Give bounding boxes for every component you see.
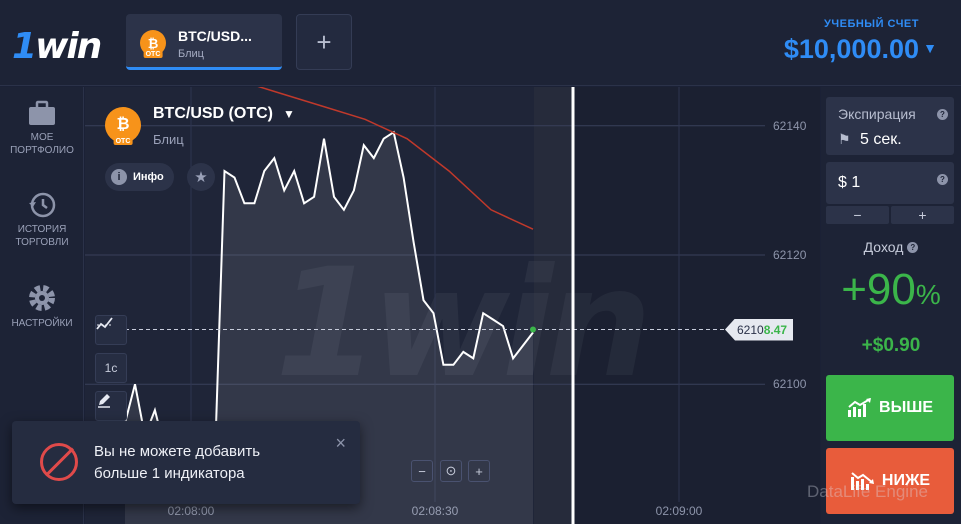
y-tick-label: 62140 bbox=[773, 119, 807, 133]
x-tick-label: 02:09:00 bbox=[656, 504, 703, 518]
profit-amount: +$0.90 bbox=[861, 335, 921, 356]
add-asset-tab-button[interactable]: + bbox=[296, 14, 352, 70]
amount-increase-button[interactable]: + bbox=[891, 206, 954, 224]
sidebar-item-settings[interactable]: НАСТРОЙКИ bbox=[0, 283, 84, 330]
drawing-tool-button[interactable] bbox=[95, 391, 127, 421]
asset-selector[interactable]: BTC/USD (OTC) bbox=[153, 105, 273, 123]
chevron-down-icon[interactable]: ▼ bbox=[923, 40, 937, 56]
prohibited-icon bbox=[40, 443, 78, 481]
info-button-label: Инфо bbox=[133, 171, 164, 183]
profit-percent-value: +90 bbox=[841, 265, 916, 314]
expiry-value: 5 сек. bbox=[860, 131, 902, 148]
header: 1win ₿ OTC BTC/USD... Блиц + УЧЕБНЫЙ СЧЕТ… bbox=[0, 0, 961, 86]
amount-decrease-button[interactable]: − bbox=[826, 206, 889, 224]
price-tag-main: 6210 bbox=[737, 322, 764, 337]
price-tag-highlight: 8.47 bbox=[763, 322, 788, 337]
sidebar-item-label: НАСТРОЙКИ bbox=[11, 318, 73, 329]
amount-value: $ 1 bbox=[838, 174, 861, 191]
sidebar-item-history[interactable]: ИСТОРИЯ ТОРГОВЛИ bbox=[0, 191, 84, 249]
higher-button-label: ВЫШЕ bbox=[879, 399, 933, 416]
y-tick-label: 62120 bbox=[773, 248, 807, 262]
favorite-star-icon[interactable]: ★ bbox=[187, 163, 215, 191]
lower-button[interactable]: НИЖЕ bbox=[826, 448, 954, 514]
current-price-dot bbox=[530, 326, 536, 333]
indicator-chart-icon bbox=[96, 317, 113, 330]
balance[interactable]: $10,000.00 bbox=[784, 34, 919, 65]
bitcoin-icon: ₿ OTC bbox=[105, 107, 141, 145]
expiry-selector[interactable]: Экспирация ? ⚑ 5 сек. bbox=[826, 97, 954, 155]
asset-mode: Блиц bbox=[153, 132, 184, 147]
sidebar-item-label: ИСТОРИЯ ТОРГОВЛИ bbox=[15, 224, 69, 248]
pencil-icon bbox=[98, 394, 110, 408]
notification-toast: Вы не можете добавить больше 1 индикатор… bbox=[12, 421, 360, 504]
sidebar-item-label: МОЕ ПОРТФОЛИО bbox=[10, 132, 74, 156]
percent-sign: % bbox=[915, 279, 941, 310]
higher-button[interactable]: ВЫШЕ bbox=[826, 375, 954, 441]
zoom-in-button[interactable]: + bbox=[468, 460, 490, 482]
history-icon bbox=[29, 192, 56, 218]
help-icon[interactable]: ? bbox=[937, 174, 948, 185]
help-icon[interactable]: ? bbox=[907, 242, 919, 253]
close-icon[interactable]: × bbox=[335, 433, 346, 454]
amount-input[interactable]: $ 1 ? bbox=[826, 162, 954, 204]
briefcase-icon bbox=[29, 100, 55, 125]
y-tick-label: 62100 bbox=[773, 377, 807, 391]
chart-up-icon bbox=[848, 398, 872, 417]
expiry-zone bbox=[534, 87, 574, 524]
site-watermark: DataLife Engine bbox=[807, 482, 928, 501]
asset-tab[interactable]: ₿ OTC BTC/USD... Блиц bbox=[126, 14, 282, 70]
otc-badge: OTC bbox=[143, 51, 163, 58]
logo[interactable]: 1win bbox=[12, 26, 102, 67]
bitcoin-icon: ₿ OTC bbox=[140, 30, 166, 58]
trade-panel: Экспирация ? ⚑ 5 сек. $ 1 ? − + Доход ? … bbox=[821, 87, 961, 524]
zoom-out-button[interactable]: − bbox=[411, 460, 433, 482]
zoom-reset-button[interactable]: ⊙ bbox=[440, 460, 462, 482]
info-button[interactable]: i Инфо bbox=[105, 163, 174, 191]
asset-tab-sub: Блиц bbox=[178, 48, 204, 60]
expiry-label: Экспирация bbox=[838, 106, 916, 122]
current-price-tag: 6210 8.47 bbox=[725, 318, 794, 341]
asset-tab-name: BTC/USD... bbox=[178, 28, 252, 44]
profit-label: Доход ? bbox=[821, 239, 961, 255]
info-icon: i bbox=[111, 169, 127, 185]
toast-message: Вы не можете добавить больше 1 индикатор… bbox=[94, 443, 261, 482]
future-zone bbox=[534, 87, 820, 524]
indicators-button[interactable] bbox=[95, 315, 127, 345]
profit-percent: +90% bbox=[821, 265, 961, 315]
sidebar-item-portfolio[interactable]: МОЕ ПОРТФОЛИО bbox=[0, 99, 84, 157]
timeframe-button[interactable]: 1с bbox=[95, 353, 127, 383]
help-icon[interactable]: ? bbox=[937, 109, 948, 120]
gear-icon bbox=[29, 285, 55, 311]
profit-label-text: Доход bbox=[863, 239, 904, 255]
account-type-label[interactable]: УЧЕБНЫЙ СЧЕТ bbox=[824, 18, 919, 30]
otc-badge: OTC bbox=[113, 138, 133, 145]
flag-icon: ⚑ bbox=[838, 131, 851, 147]
caret-down-icon[interactable]: ▼ bbox=[283, 107, 295, 121]
